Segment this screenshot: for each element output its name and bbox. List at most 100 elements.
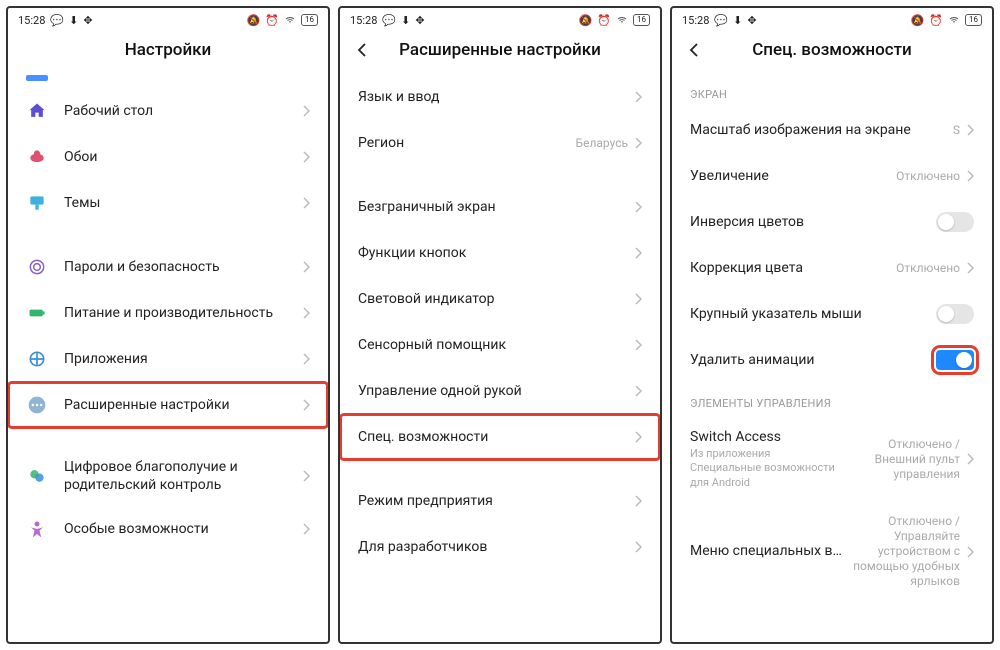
- chevron-right-icon: [634, 201, 642, 213]
- item-value: Беларусь: [576, 136, 628, 151]
- statusbar: 15:28 💬 ⬇ ✥ 🔕 ⏰ 16: [340, 8, 660, 30]
- header: Спец. возможности: [672, 30, 992, 74]
- section-controls: ЭЛЕМЕНТЫ УПРАВЛЕНИЯ: [672, 383, 992, 416]
- item-label: Управление одной рукой: [358, 382, 634, 400]
- item-label: Режим предприятия: [358, 492, 634, 510]
- list-item-accessibility-menu[interactable]: Меню специальных во... Отключено / Управ…: [672, 502, 992, 601]
- status-alarm-icon: ⏰: [929, 14, 943, 27]
- list-item-themes[interactable]: Темы: [8, 180, 328, 226]
- section-screen: ЭКРАН: [672, 74, 992, 107]
- chevron-right-icon: [634, 91, 642, 103]
- list-item-enterprise[interactable]: Режим предприятия: [340, 478, 660, 524]
- themes-icon: [26, 192, 48, 214]
- list-item-color-correction[interactable]: Коррекция цвета Отключено: [672, 245, 992, 291]
- list-item-onehanded[interactable]: Управление одной рукой: [340, 368, 660, 414]
- header: Настройки: [8, 30, 328, 74]
- list-item-quickball[interactable]: Сенсорный помощник: [340, 322, 660, 368]
- toggle-color-inversion[interactable]: [936, 212, 974, 232]
- statusbar: 15:28 💬 ⬇ ✥ 🔕 ⏰ 16: [8, 8, 328, 30]
- item-value: S: [953, 123, 960, 138]
- status-alarm-icon: ⏰: [265, 14, 279, 27]
- chevron-right-icon: [302, 399, 310, 411]
- list-item-wallpaper[interactable]: Обои: [8, 134, 328, 180]
- item-label: Спец. возможности: [358, 428, 634, 446]
- chevron-right-icon: [634, 431, 642, 443]
- list-item-security[interactable]: Пароли и безопасность: [8, 244, 328, 290]
- status-chat-icon: 💬: [50, 14, 64, 27]
- back-button[interactable]: [350, 38, 374, 62]
- item-label: Язык и ввод: [358, 88, 634, 106]
- page-title: Спец. возможности: [684, 40, 980, 60]
- status-time: 15:28: [350, 14, 377, 27]
- status-wifi-icon: [616, 13, 628, 28]
- item-label: Удалить анимации: [690, 351, 936, 369]
- chevron-right-icon: [302, 261, 310, 273]
- list-item-battery[interactable]: Питание и производительность: [8, 290, 328, 336]
- back-button[interactable]: [682, 38, 706, 62]
- item-label: Меню специальных во...: [690, 542, 844, 560]
- chevron-right-icon: [634, 385, 642, 397]
- item-label: Масштаб изображения на экране: [690, 121, 953, 139]
- phone-advanced: 15:28 💬 ⬇ ✥ 🔕 ⏰ 16 Расширенные настройки…: [338, 6, 662, 644]
- item-label: Крупный указатель мыши: [690, 305, 936, 323]
- list-item-fullscreen[interactable]: Безграничный экран: [340, 184, 660, 230]
- home-icon: [26, 100, 48, 122]
- item-label: Коррекция цвета: [690, 259, 896, 277]
- fingerprint-icon: [26, 256, 48, 278]
- phone-settings: 15:28 💬 ⬇ ✥ 🔕 ⏰ 16 Настройки Рабочий сто…: [6, 6, 330, 644]
- chevron-right-icon: [634, 137, 642, 149]
- item-label: Пароли и безопасность: [64, 258, 302, 276]
- list-item-buttons[interactable]: Функции кнопок: [340, 230, 660, 276]
- list-item-wellbeing[interactable]: Цифровое благополучие и родительский кон…: [8, 446, 328, 506]
- status-dnd-icon: 🔕: [247, 14, 261, 27]
- list-item-apps[interactable]: Приложения: [8, 336, 328, 382]
- status-battery: 16: [633, 14, 650, 26]
- chevron-left-icon: [354, 42, 370, 58]
- list-item-accessibility-alt[interactable]: Особые возможности: [8, 506, 328, 552]
- list-item-partial[interactable]: [8, 74, 328, 88]
- status-wifi-icon: [948, 13, 960, 28]
- item-value: Отключено: [896, 169, 960, 184]
- item-label: Цифровое благополучие и родительский кон…: [64, 458, 302, 494]
- item-label: Особые возможности: [64, 520, 302, 538]
- list-item-magnification[interactable]: Увеличение Отключено: [672, 153, 992, 199]
- chevron-right-icon: [302, 523, 310, 535]
- list-item-region[interactable]: Регион Беларусь: [340, 120, 660, 166]
- status-download-icon: ⬇: [733, 14, 742, 27]
- advanced-list[interactable]: Язык и ввод Регион Беларусь Безграничный…: [340, 74, 660, 642]
- item-label: Рабочий стол: [64, 102, 302, 120]
- status-chat-icon: 💬: [382, 14, 396, 27]
- list-item-led[interactable]: Световой индикатор: [340, 276, 660, 322]
- list-item-advanced[interactable]: Расширенные настройки: [8, 382, 328, 428]
- status-chat-icon: 💬: [714, 14, 728, 27]
- item-value: Отключено: [896, 261, 960, 276]
- chevron-right-icon: [302, 105, 310, 117]
- status-alarm-icon: ⏰: [597, 14, 611, 27]
- item-sublabel: Из приложения Специальные возможности дл…: [690, 447, 844, 490]
- list-item-switch-access[interactable]: Switch Access Из приложения Специальные …: [672, 416, 992, 502]
- status-dnd-icon: 🔕: [911, 14, 925, 27]
- status-download-icon: ⬇: [401, 14, 410, 27]
- list-item-display-size[interactable]: Масштаб изображения на экране S: [672, 107, 992, 153]
- list-item-desktop[interactable]: Рабочий стол: [8, 88, 328, 134]
- toggle-remove-animations[interactable]: [936, 350, 974, 370]
- accessibility-list[interactable]: ЭКРАН Масштаб изображения на экране S Ув…: [672, 74, 992, 642]
- list-item-language[interactable]: Язык и ввод: [340, 74, 660, 120]
- header: Расширенные настройки: [340, 30, 660, 74]
- item-label: Обои: [64, 148, 302, 166]
- more-icon: [26, 394, 48, 416]
- chevron-right-icon: [966, 546, 974, 558]
- list-item-color-inversion[interactable]: Инверсия цветов: [672, 199, 992, 245]
- toggle-large-pointer[interactable]: [936, 304, 974, 324]
- wellbeing-icon: [26, 465, 48, 487]
- list-item-large-pointer[interactable]: Крупный указатель мыши: [672, 291, 992, 337]
- chevron-left-icon: [686, 42, 702, 58]
- settings-list[interactable]: Рабочий стол Обои Темы Пароли и безопасн…: [8, 74, 328, 642]
- list-item-developer[interactable]: Для разработчиков: [340, 524, 660, 570]
- status-dnd-icon: 🔕: [579, 14, 593, 27]
- list-item-accessibility[interactable]: Спец. возможности: [340, 414, 660, 460]
- status-time: 15:28: [18, 14, 45, 27]
- list-item-remove-animations[interactable]: Удалить анимации: [672, 337, 992, 383]
- item-label: Для разработчиков: [358, 538, 634, 556]
- wallpaper-icon: [26, 146, 48, 168]
